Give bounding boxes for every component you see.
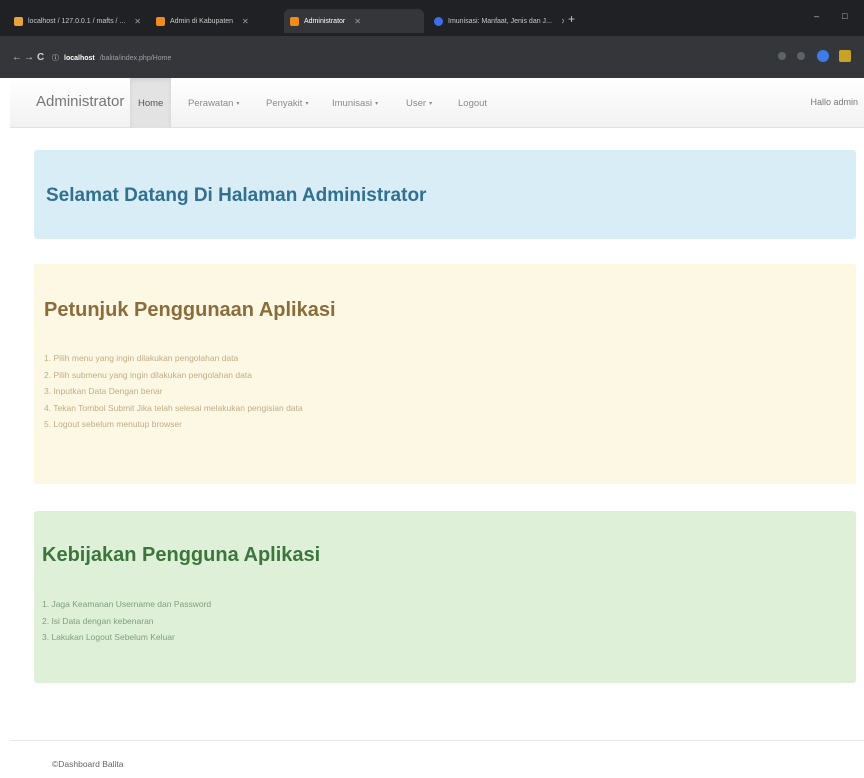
new-tab-button[interactable]: + [568,13,575,25]
tab-favicon-icon [290,16,299,26]
url-host: localhost [64,54,95,62]
list-item: 2. Isi Data dengan kebenaran [42,615,154,626]
nav-perawatan[interactable]: Perawatan ▾ [180,78,247,128]
tab-favicon-icon [156,16,165,26]
tab-favicon-icon [434,16,443,26]
page-footer: ©Dashboard Balita [10,740,864,778]
nav-user-label: User [406,97,427,109]
policy-panel: Kebijakan Pengguna Aplikasi 1. Jaga Keam… [34,511,856,683]
back-icon[interactable]: ← [12,52,22,63]
guide-panel: Petunjuk Penggunaan Aplikasi 1. Pilih me… [34,264,856,484]
nav-home[interactable]: Home [130,78,172,128]
browser-tab-imunisasi[interactable]: Imunisasi: Manfaat, Jenis dan J... ✕ [428,9,564,33]
tab-title: Administrator [304,17,346,25]
browser-tab-administrator[interactable]: Administrator ✕ [284,9,424,33]
forward-icon[interactable]: → [24,52,34,63]
welcome-panel: Selamat Datang Di Halaman Administrator [34,150,856,239]
footer-copyright: ©Dashboard Balita [52,759,124,769]
nav-user[interactable]: User ▾ [398,78,440,128]
site-info-icon[interactable]: ⓘ [52,53,59,63]
app-navbar: Administrator Home Perawatan ▾ Penyakit ▾ … [10,78,864,128]
nav-perawatan-label: Perawatan [188,97,234,109]
policy-items-list: 1. Jaga Keamanan Username dan Password 2… [42,596,211,646]
close-icon[interactable]: ✕ [354,17,361,26]
list-item: 5. Logout sebelum menutup browser [44,419,182,429]
nav-logout[interactable]: Logout [450,78,495,128]
close-icon[interactable]: ✕ [242,17,249,26]
list-item: 4. Tekan Tombol Submit Jika telah selesa… [44,402,303,413]
browser-tab-phpmyadmin[interactable]: localhost / 127.0.0.1 / mafts / ... ✕ [8,9,148,33]
tab-title: Imunisasi: Manfaat, Jenis dan J... [448,17,552,25]
list-item: 3. Inputkan Data Dengan benar [44,386,163,396]
close-icon[interactable]: ✕ [134,17,141,26]
nav-imunisasi[interactable]: Imunisasi ▾ [324,78,386,128]
tab-title: localhost / 127.0.0.1 / mafts / ... [28,17,126,25]
maximize-button[interactable]: □ [842,11,847,21]
url-path: /balita/index.php/Home [99,54,172,62]
caret-down-icon: ▾ [305,100,309,107]
caret-down-icon: ▾ [375,100,379,107]
list-item: 1. Pilih menu yang ingin dilakukan pengo… [44,353,239,363]
minimize-button[interactable]: – [814,11,819,21]
nav-penyakit-label: Penyakit [266,97,303,109]
reload-icon[interactable]: C [37,52,44,63]
welcome-title: Selamat Datang Di Halaman Administrator [46,185,427,206]
list-item: 2. Pilih submenu yang ingin dilakukan pe… [44,369,252,380]
nav-penyakit[interactable]: Penyakit ▾ [258,78,316,128]
policy-title: Kebijakan Pengguna Aplikasi [42,544,321,566]
nav-imunisasi-label: Imunisasi [332,97,373,109]
brand-title[interactable]: Administrator [36,93,124,110]
user-greeting[interactable]: Hallo admin [810,97,858,107]
browser-tab-bar: localhost / 127.0.0.1 / mafts / ... ✕ Ad… [0,0,864,36]
guide-steps-list: 1. Pilih menu yang ingin dilakukan pengo… [44,350,303,433]
profile-avatar[interactable] [839,50,851,62]
extension-icon[interactable] [817,50,829,62]
browser-tab-admin-kabupaten[interactable]: Admin di Kabupaten ✕ [150,9,278,33]
nav-home-label: Home [138,97,164,109]
tab-favicon-icon [14,16,23,26]
tab-title: Admin di Kabupaten [170,17,234,25]
caret-down-icon: ▾ [429,100,433,107]
close-icon[interactable]: ✕ [561,17,564,26]
nav-logout-label: Logout [458,97,488,109]
url-field[interactable]: ⓘ localhost/balita/index.php/Home [52,50,171,66]
star-icon[interactable] [797,52,805,60]
list-item: 3. Lakukan Logout Sebelum Keluar [42,632,175,642]
list-item: 1. Jaga Keamanan Username dan Password [42,599,212,609]
zoom-icon[interactable] [778,52,786,60]
caret-down-icon: ▾ [236,100,240,107]
guide-title: Petunjuk Penggunaan Aplikasi [44,299,336,321]
